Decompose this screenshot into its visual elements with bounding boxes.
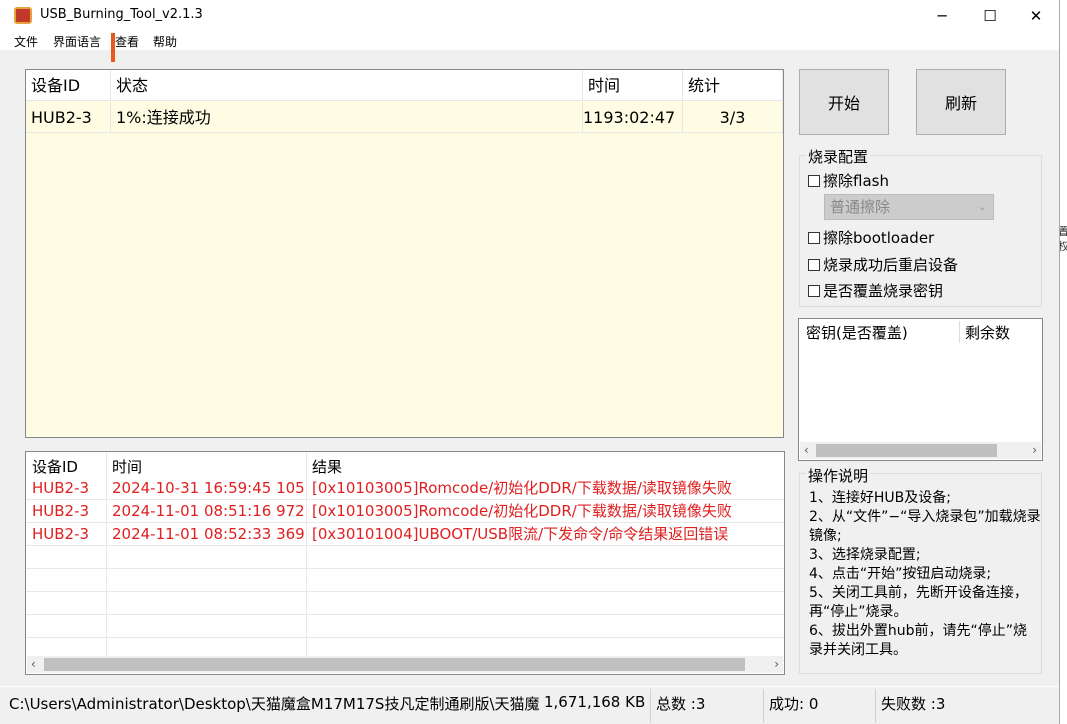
column-divider xyxy=(959,321,960,343)
device-stats: 3/3 xyxy=(683,102,783,133)
col-key[interactable]: 密钥(是否覆盖) xyxy=(806,322,908,343)
log-col-device-id[interactable]: 设备ID xyxy=(32,456,78,477)
scroll-left-icon[interactable]: ‹ xyxy=(31,656,36,673)
menu-bar: 文件 界面语言 查看 帮助 xyxy=(0,31,1059,50)
reboot-after-label: 烧录成功后重启设备 xyxy=(823,256,959,274)
scrollbar-thumb[interactable] xyxy=(44,658,745,671)
log-device-id: HUB2-3 xyxy=(32,479,90,497)
key-list-scrollbar[interactable]: ‹ › xyxy=(800,442,1041,459)
col-device-id[interactable]: 设备ID xyxy=(26,70,111,101)
background-window-strip xyxy=(1061,0,1067,724)
empty-row xyxy=(26,615,784,638)
overwrite-key-label: 是否覆盖烧录密钥 xyxy=(823,282,944,300)
window-title: USB_Burning_Tool_v2.1.3 xyxy=(40,7,203,22)
erase-mode-value: 普通擦除 xyxy=(830,198,891,216)
scrollbar-thumb[interactable] xyxy=(816,444,997,457)
col-time[interactable]: 时间 xyxy=(583,70,683,101)
col-status[interactable]: 状态 xyxy=(111,70,583,101)
erase-flash-checkbox[interactable]: 擦除flash xyxy=(808,170,889,191)
burn-config-legend: 烧录配置 xyxy=(806,146,871,167)
checkbox-icon xyxy=(808,285,820,297)
close-button[interactable]: ✕ xyxy=(1013,0,1059,31)
log-col-time[interactable]: 时间 xyxy=(112,456,142,477)
scroll-right-icon[interactable]: › xyxy=(1032,442,1037,459)
menu-help[interactable]: 帮助 xyxy=(153,33,177,50)
scroll-left-icon[interactable]: ‹ xyxy=(804,442,809,459)
device-id: HUB2-3 xyxy=(26,102,111,133)
device-table-header: 设备ID 状态 时间 统计 xyxy=(26,70,783,101)
log-time: 2024-10-31 16:59:45 105 xyxy=(112,479,305,497)
col-stats[interactable]: 统计 xyxy=(683,70,783,101)
log-scrollbar[interactable]: ‹ › xyxy=(27,656,783,673)
main-window: USB_Burning_Tool_v2.1.3 ─ ☐ ✕ 文件 界面语言 查看… xyxy=(0,0,1060,724)
overwrite-key-checkbox[interactable]: 是否覆盖烧录密钥 xyxy=(808,280,943,301)
checkbox-icon xyxy=(808,259,820,271)
menu-view[interactable]: 查看 xyxy=(115,33,139,50)
log-device-id: HUB2-3 xyxy=(32,525,90,543)
help-text: 1、连接好HUB及设备; 2、从“文件”−“导入烧录包”加载烧录镜像; 3、选择… xyxy=(809,490,1041,658)
fail-count: 失败数 :3 xyxy=(881,695,946,713)
col-remaining[interactable]: 剩余数 xyxy=(965,322,1010,343)
menu-file[interactable]: 文件 xyxy=(14,33,38,50)
checkbox-icon xyxy=(808,232,820,244)
erase-bootloader-label: 擦除bootloader xyxy=(823,229,935,247)
package-path: C:\Users\Administrator\Desktop\天猫魔盒M17M1… xyxy=(9,695,540,713)
log-result: [0x10103005]Romcode/初始化DDR/下载数据/读取镜像失败 xyxy=(312,479,732,497)
progress-indicator xyxy=(111,33,115,62)
log-time: 2024-11-01 08:52:33 369 xyxy=(112,525,305,543)
device-table[interactable]: 设备ID 状态 时间 统计 HUB2-3 1%:连接成功 1193:02:47 … xyxy=(25,69,784,438)
device-status: 1%:连接成功 xyxy=(111,102,583,133)
minimize-button[interactable]: ─ xyxy=(919,0,965,31)
log-result: [0x10103005]Romcode/初始化DDR/下载数据/读取镜像失败 xyxy=(312,502,732,520)
log-time: 2024-11-01 08:51:16 972 xyxy=(112,502,305,520)
log-col-result[interactable]: 结果 xyxy=(312,456,342,477)
maximize-button[interactable]: ☐ xyxy=(967,0,1013,31)
start-button[interactable]: 开始 xyxy=(799,69,889,135)
scroll-right-icon[interactable]: › xyxy=(774,656,779,673)
log-row[interactable]: HUB2-3 2024-11-01 08:52:33 369 [0x301010… xyxy=(26,523,784,546)
title-bar[interactable]: USB_Burning_Tool_v2.1.3 ─ ☐ ✕ xyxy=(0,0,1059,31)
log-row[interactable]: HUB2-3 2024-11-01 08:51:16 972 [0x101030… xyxy=(26,500,784,523)
device-row[interactable]: HUB2-3 1%:连接成功 1193:02:47 3/3 xyxy=(26,102,783,133)
success-count: 成功: 0 xyxy=(769,695,819,713)
log-result: [0x30101004]UBOOT/USB限流/下发命令/命令结果返回错误 xyxy=(312,525,729,543)
package-size: 1,671,168 KB xyxy=(544,693,646,711)
key-list[interactable]: 密钥(是否覆盖) 剩余数 ‹ › xyxy=(798,318,1043,461)
help-legend: 操作说明 xyxy=(806,465,871,486)
log-table[interactable]: 设备ID 时间 结果 HUB2-3 2024-10-31 16:59:45 10… xyxy=(25,451,785,675)
erase-bootloader-checkbox[interactable]: 擦除bootloader xyxy=(808,227,934,248)
chevron-down-icon: ⌄ xyxy=(977,200,987,213)
menu-language[interactable]: 界面语言 xyxy=(53,33,101,50)
status-divider xyxy=(875,689,876,723)
total-count: 总数 :3 xyxy=(656,695,706,713)
log-device-id: HUB2-3 xyxy=(32,502,90,520)
status-bar: C:\Users\Administrator\Desktop\天猫魔盒M17M1… xyxy=(0,686,1059,724)
empty-row xyxy=(26,569,784,592)
refresh-button[interactable]: 刷新 xyxy=(916,69,1006,135)
empty-row xyxy=(26,546,784,569)
status-divider xyxy=(650,689,651,723)
empty-row xyxy=(26,592,784,615)
reboot-after-checkbox[interactable]: 烧录成功后重启设备 xyxy=(808,254,958,275)
status-divider xyxy=(763,689,764,723)
device-time: 1193:02:47 xyxy=(583,102,683,133)
erase-mode-select: 普通擦除 ⌄ xyxy=(824,194,994,220)
erase-flash-label: 擦除flash xyxy=(823,172,889,190)
log-row[interactable]: HUB2-3 2024-10-31 16:59:45 105 [0x101030… xyxy=(26,477,784,500)
checkbox-icon xyxy=(808,175,820,187)
app-icon xyxy=(14,7,32,24)
